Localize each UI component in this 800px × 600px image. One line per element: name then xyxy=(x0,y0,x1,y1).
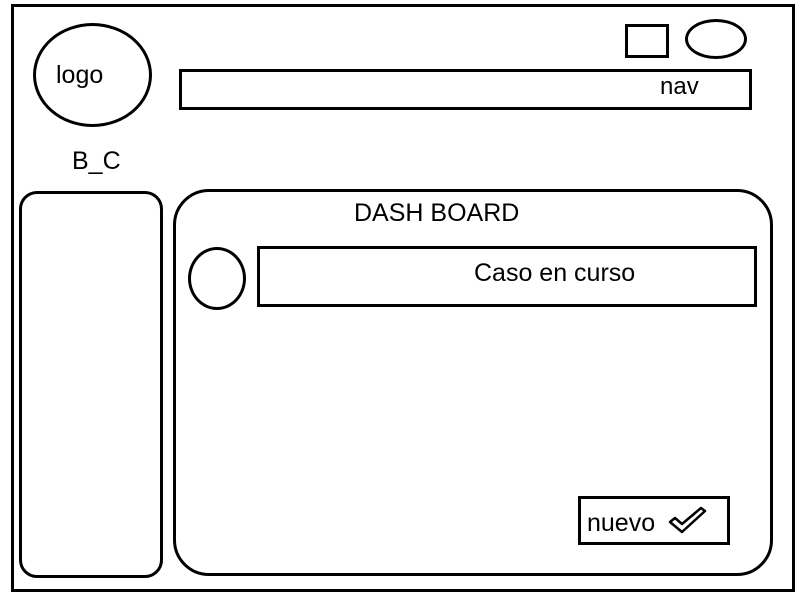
nav-label: nav xyxy=(660,73,699,100)
avatar[interactable] xyxy=(188,247,246,310)
square-icon[interactable] xyxy=(625,24,669,58)
dashboard-title: DASH BOARD xyxy=(354,199,520,227)
sidebar[interactable] xyxy=(19,191,163,578)
brand-name: B_C xyxy=(72,147,121,175)
current-case-label: Caso en curso xyxy=(474,259,636,287)
logo-text: logo xyxy=(56,61,104,89)
new-button-label: nuevo xyxy=(587,509,656,537)
oval-icon[interactable] xyxy=(685,19,747,59)
checkmark-icon xyxy=(668,506,707,534)
